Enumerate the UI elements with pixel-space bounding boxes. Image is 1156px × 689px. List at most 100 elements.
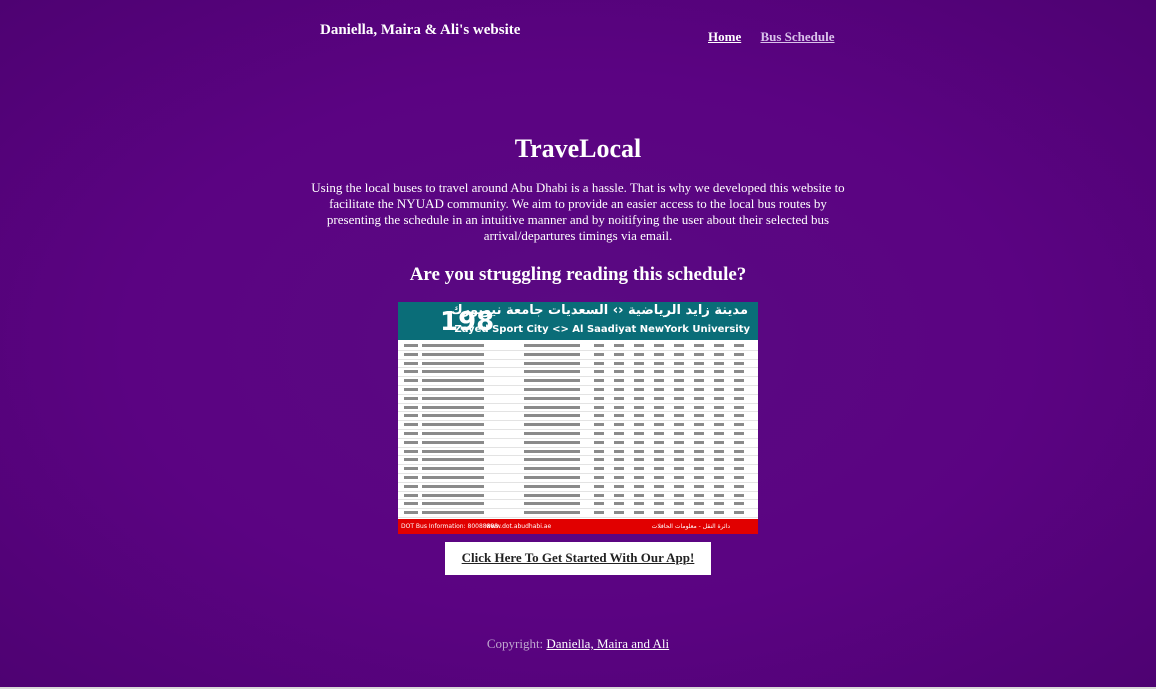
schedule-row bbox=[398, 430, 758, 439]
schedule-cell bbox=[422, 493, 484, 497]
schedule-cell bbox=[654, 493, 664, 497]
schedule-cell bbox=[654, 414, 664, 418]
schedule-cell bbox=[524, 502, 580, 506]
schedule-cell bbox=[614, 352, 624, 356]
schedule-cell bbox=[404, 475, 418, 479]
schedule-cell bbox=[422, 475, 484, 479]
schedule-cell bbox=[594, 396, 604, 400]
schedule-cell bbox=[654, 502, 664, 506]
schedule-cell bbox=[524, 475, 580, 479]
schedule-cell bbox=[674, 440, 684, 444]
schedule-cell bbox=[694, 387, 704, 391]
schedule-cell bbox=[634, 493, 644, 497]
schedule-cell bbox=[734, 405, 744, 409]
schedule-cell bbox=[404, 370, 418, 374]
schedule-cell bbox=[674, 370, 684, 374]
schedule-cell bbox=[634, 344, 644, 347]
schedule-cell bbox=[694, 440, 704, 444]
schedule-cell bbox=[714, 458, 724, 462]
schedule-cell bbox=[614, 484, 624, 488]
schedule-cell bbox=[404, 467, 418, 471]
schedule-cell bbox=[674, 423, 684, 427]
schedule-cell bbox=[524, 431, 580, 435]
schedule-cell bbox=[614, 467, 624, 471]
schedule-cell bbox=[674, 396, 684, 400]
schedule-cell bbox=[524, 511, 580, 515]
schedule-cell bbox=[674, 449, 684, 453]
schedule-cell bbox=[714, 361, 724, 365]
schedule-cell bbox=[734, 502, 744, 506]
schedule-cell bbox=[524, 344, 580, 347]
schedule-cell bbox=[714, 344, 724, 347]
schedule-cell bbox=[734, 344, 744, 347]
nav-bus-schedule-link[interactable]: Bus Schedule bbox=[760, 29, 834, 44]
schedule-row bbox=[398, 421, 758, 430]
schedule-cell bbox=[714, 502, 724, 506]
schedule-cell bbox=[524, 493, 580, 497]
get-started-button[interactable]: Click Here To Get Started With Our App! bbox=[444, 542, 712, 575]
schedule-cell bbox=[674, 475, 684, 479]
schedule-header-band: 198 مدينة زايد الرياضية ‹› السعديات جامع… bbox=[398, 302, 758, 340]
schedule-cell bbox=[594, 511, 604, 515]
intro-paragraph: Using the local buses to travel around A… bbox=[311, 180, 845, 243]
schedule-cell bbox=[614, 493, 624, 497]
schedule-cell bbox=[694, 361, 704, 365]
schedule-cell bbox=[654, 431, 664, 435]
schedule-row bbox=[398, 386, 758, 395]
schedule-cell bbox=[404, 387, 418, 391]
schedule-cell bbox=[614, 387, 624, 391]
schedule-cell bbox=[524, 458, 580, 462]
schedule-cell bbox=[694, 352, 704, 356]
schedule-cell bbox=[734, 370, 744, 374]
schedule-cell bbox=[714, 405, 724, 409]
schedule-rows bbox=[398, 342, 758, 534]
schedule-cell bbox=[714, 370, 724, 374]
schedule-cell bbox=[614, 475, 624, 479]
schedule-cell bbox=[404, 405, 418, 409]
schedule-cell bbox=[594, 379, 604, 383]
schedule-cell bbox=[694, 449, 704, 453]
schedule-cell bbox=[594, 352, 604, 356]
schedule-cell bbox=[734, 352, 744, 356]
schedule-cell bbox=[654, 484, 664, 488]
schedule-cell bbox=[734, 414, 744, 418]
schedule-cell bbox=[594, 475, 604, 479]
schedule-row bbox=[398, 404, 758, 413]
schedule-cell bbox=[422, 458, 484, 462]
schedule-question-heading: Are you struggling reading this schedule… bbox=[409, 264, 747, 285]
schedule-row bbox=[398, 412, 758, 422]
schedule-footer-url: www.dot.abudhabi.ae bbox=[486, 523, 552, 530]
schedule-cell bbox=[674, 431, 684, 435]
schedule-cell bbox=[422, 405, 484, 409]
schedule-cell bbox=[654, 423, 664, 427]
schedule-cell bbox=[404, 431, 418, 435]
schedule-cell bbox=[524, 405, 580, 409]
schedule-cell bbox=[594, 502, 604, 506]
schedule-cell bbox=[524, 379, 580, 383]
schedule-cell bbox=[524, 396, 580, 400]
schedule-cell bbox=[674, 379, 684, 383]
schedule-cell bbox=[594, 467, 604, 471]
schedule-cell bbox=[734, 361, 744, 365]
schedule-cell bbox=[614, 458, 624, 462]
schedule-row bbox=[398, 351, 758, 360]
schedule-cell bbox=[594, 458, 604, 462]
schedule-cell bbox=[524, 352, 580, 356]
schedule-cell bbox=[734, 431, 744, 435]
schedule-cell bbox=[404, 484, 418, 488]
schedule-cell bbox=[594, 484, 604, 488]
schedule-cell bbox=[614, 449, 624, 453]
schedule-cell bbox=[634, 502, 644, 506]
schedule-cell bbox=[634, 440, 644, 444]
get-started-link[interactable]: Click Here To Get Started With Our App! bbox=[462, 550, 695, 565]
schedule-cell bbox=[614, 440, 624, 444]
schedule-cell bbox=[404, 493, 418, 497]
schedule-cell bbox=[422, 431, 484, 435]
schedule-cell bbox=[694, 493, 704, 497]
copyright-authors-link[interactable]: Daniella, Maira and Ali bbox=[546, 636, 669, 651]
schedule-cell bbox=[654, 370, 664, 374]
schedule-cell bbox=[654, 387, 664, 391]
schedule-cell bbox=[404, 414, 418, 418]
nav-home-link[interactable]: Home bbox=[708, 29, 741, 44]
schedule-cell bbox=[594, 361, 604, 365]
